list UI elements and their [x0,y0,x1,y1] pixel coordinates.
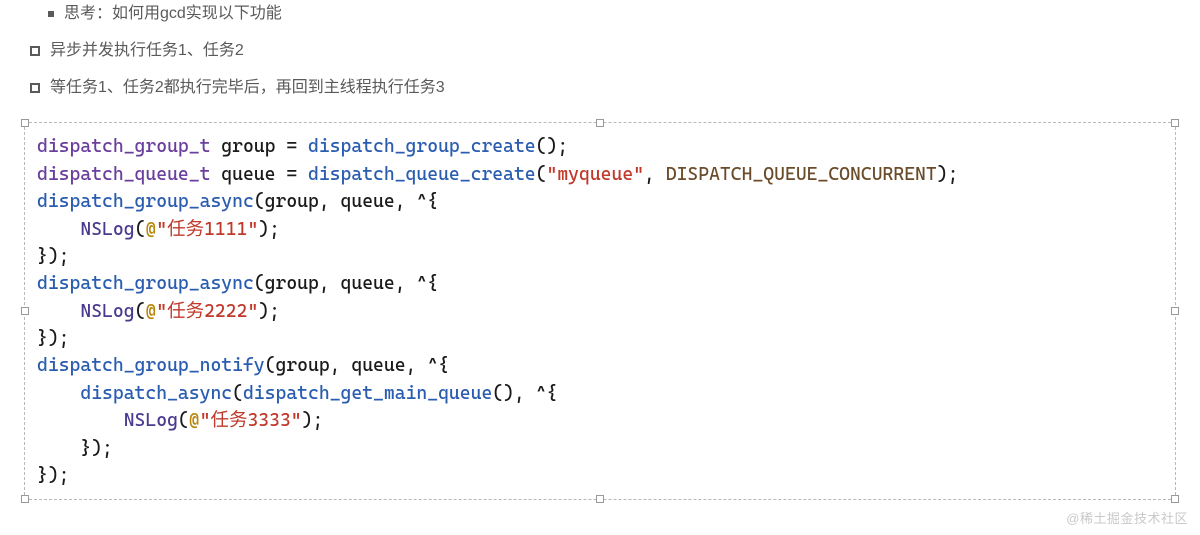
code-token: DISPATCH_QUEUE_CONCURRENT [666,164,937,185]
code-token: @ [145,219,156,240]
code-indent [37,383,80,404]
bullet-text: 思考：如何用gcd实现以下功能 [64,0,282,29]
code-token: NSLog [80,219,134,240]
code-token: ); [258,301,280,322]
code-token: , [644,164,666,185]
code-token: "任务2222" [156,301,258,322]
code-token: dispatch_get_main_queue [243,383,492,404]
code-token: ( [232,383,243,404]
code-token: (group, queue, ^{ [265,355,449,376]
bullet-item-wait: 等任务1、任务2都执行完毕后，再回到主线程执行任务3 [30,74,1170,103]
resize-handle-icon[interactable] [1171,119,1179,127]
bullet-icon [30,83,40,93]
code-token: "任务3333" [200,410,302,431]
code-token: NSLog [124,410,178,431]
resize-handle-icon[interactable] [21,495,29,503]
resize-handle-icon[interactable] [596,119,604,127]
code-token: }); [37,246,70,267]
code-token: queue = [210,164,308,185]
code-token: dispatch_group_t [37,136,210,157]
code-token: }); [37,465,70,486]
code-token: (); [536,136,569,157]
bullet-item-thinking: 思考：如何用gcd实现以下功能 [30,0,1170,29]
bullet-text: 异步并发执行任务1、任务2 [50,37,244,66]
resize-handle-icon[interactable] [1171,307,1179,315]
code-token: }); [80,438,113,459]
code-token: }); [37,328,70,349]
resize-handle-icon[interactable] [21,119,29,127]
code-token: @ [189,410,200,431]
bullet-item-async: 异步并发执行任务1、任务2 [30,37,1170,66]
code-token: dispatch_group_create [308,136,536,157]
code-token: ( [135,301,146,322]
code-indent [37,410,124,431]
code-block: dispatch_group_t group = dispatch_group_… [37,133,1163,489]
code-token: @ [145,301,156,322]
bullet-icon [48,11,54,17]
code-token: dispatch_group_notify [37,355,265,376]
bullet-text: 等任务1、任务2都执行完毕后，再回到主线程执行任务3 [50,74,445,103]
code-container[interactable]: dispatch_group_t group = dispatch_group_… [24,122,1176,500]
code-token: (group, queue, ^{ [254,191,438,212]
code-token: ); [258,219,280,240]
code-token: dispatch_async [80,383,232,404]
bullet-list: 思考：如何用gcd实现以下功能 异步并发执行任务1、任务2 等任务1、任务2都执… [0,0,1200,102]
watermark-text: @稀土掘金技术社区 [1066,508,1188,527]
code-token: dispatch_queue_t [37,164,210,185]
bullet-icon [30,46,40,56]
code-indent [37,301,80,322]
code-token: ( [178,410,189,431]
code-token: NSLog [80,301,134,322]
code-indent [37,219,80,240]
code-token: ( [135,219,146,240]
code-token: ); [937,164,959,185]
code-token: dispatch_group_async [37,191,254,212]
code-token: (group, queue, ^{ [254,273,438,294]
code-token: "任务1111" [156,219,258,240]
code-indent [37,438,80,459]
code-token: group = [210,136,308,157]
resize-handle-icon[interactable] [21,307,29,315]
code-token: dispatch_group_async [37,273,254,294]
code-token: "myqueue" [546,164,644,185]
code-token: ); [302,410,324,431]
code-token: ( [536,164,547,185]
resize-handle-icon[interactable] [1171,495,1179,503]
resize-handle-icon[interactable] [596,495,604,503]
code-token: dispatch_queue_create [308,164,536,185]
code-token: (), ^{ [492,383,557,404]
